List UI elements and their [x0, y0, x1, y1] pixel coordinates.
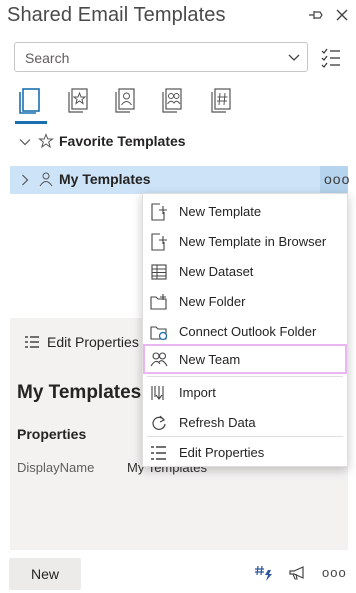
new-template-browser-icon — [151, 233, 167, 251]
menu-item-label: Edit Properties — [179, 445, 265, 460]
outlook-folder-icon — [150, 326, 168, 341]
tree-item-my-templates[interactable]: My Templates ooo — [10, 166, 351, 194]
edit-properties-icon — [151, 446, 166, 460]
megaphone-icon[interactable] — [288, 564, 308, 582]
menu-item-new-dataset[interactable]: New Dataset — [143, 256, 347, 286]
refresh-icon — [152, 415, 166, 430]
chevron-right-icon[interactable] — [19, 174, 31, 186]
menu-item-connect-outlook-folder[interactable]: Connect Outlook Folder — [143, 316, 347, 346]
star-icon — [38, 133, 54, 149]
new-button[interactable]: New — [9, 558, 81, 590]
edit-properties-button[interactable]: Edit Properties — [47, 334, 139, 350]
menu-item-new-team[interactable]: New Team — [143, 344, 347, 374]
menu-item-new-template-browser[interactable]: New Template in Browser — [143, 226, 347, 256]
pane-title: Shared Email Templates — [7, 4, 226, 26]
property-key: DisplayName — [17, 460, 95, 475]
team-icon — [150, 352, 168, 367]
menu-item-label: New Template in Browser — [179, 234, 327, 249]
search-input[interactable]: Search — [14, 42, 308, 72]
menu-item-label: New Folder — [179, 294, 246, 309]
menu-item-import[interactable]: Import — [143, 377, 347, 407]
dataset-icon — [151, 264, 167, 280]
pin-icon[interactable] — [307, 6, 325, 24]
tree-item-label: Favorite Templates — [59, 133, 186, 149]
menu-item-label: Refresh Data — [179, 415, 256, 430]
properties-heading: Properties — [17, 426, 87, 442]
tab-favorites[interactable] — [63, 84, 95, 116]
more-icon: ooo — [324, 171, 351, 187]
active-tab-indicator — [15, 121, 47, 124]
tab-my-templates[interactable] — [110, 84, 142, 116]
menu-item-refresh-data[interactable]: Refresh Data — [143, 407, 347, 437]
edit-properties-icon — [25, 336, 39, 348]
chevron-down-icon[interactable] — [287, 50, 301, 64]
item-name: My Templates — [17, 382, 142, 403]
category-tabs — [0, 84, 356, 128]
more-options-icon[interactable]: ooo — [322, 565, 347, 580]
context-menu: New Template New Template in Browser New… — [142, 193, 348, 467]
close-icon[interactable] — [333, 6, 351, 24]
menu-item-label: New Template — [179, 204, 262, 219]
menu-item-label: New Team — [179, 352, 241, 367]
search-placeholder: Search — [25, 50, 70, 66]
new-button-label: New — [30, 566, 59, 582]
title-bar: Shared Email Templates — [0, 0, 356, 34]
new-template-icon — [151, 203, 167, 221]
import-icon — [151, 386, 164, 400]
tree-item-label: My Templates — [59, 171, 151, 187]
hashtag-lightning-icon[interactable] — [254, 564, 274, 582]
more-options-button[interactable]: ooo — [320, 166, 351, 194]
tree-item-favorites[interactable]: Favorite Templates — [0, 128, 356, 156]
chevron-down-icon[interactable] — [19, 136, 31, 148]
menu-item-edit-properties[interactable]: Edit Properties — [143, 437, 347, 467]
menu-item-label: Connect Outlook Folder — [179, 324, 317, 339]
menu-item-new-folder[interactable]: New Folder — [143, 286, 347, 316]
filter-list-icon[interactable] — [319, 45, 343, 69]
tab-hashtags[interactable] — [206, 84, 238, 116]
new-folder-icon — [150, 294, 167, 310]
menu-item-label: Import — [179, 385, 216, 400]
menu-item-new-template[interactable]: New Template — [143, 196, 347, 226]
tab-all-templates[interactable] — [15, 84, 47, 116]
tab-team-templates[interactable] — [157, 84, 189, 116]
person-icon — [39, 172, 53, 187]
footer-toolbar: New ooo — [0, 550, 356, 593]
menu-item-label: New Dataset — [179, 264, 254, 279]
